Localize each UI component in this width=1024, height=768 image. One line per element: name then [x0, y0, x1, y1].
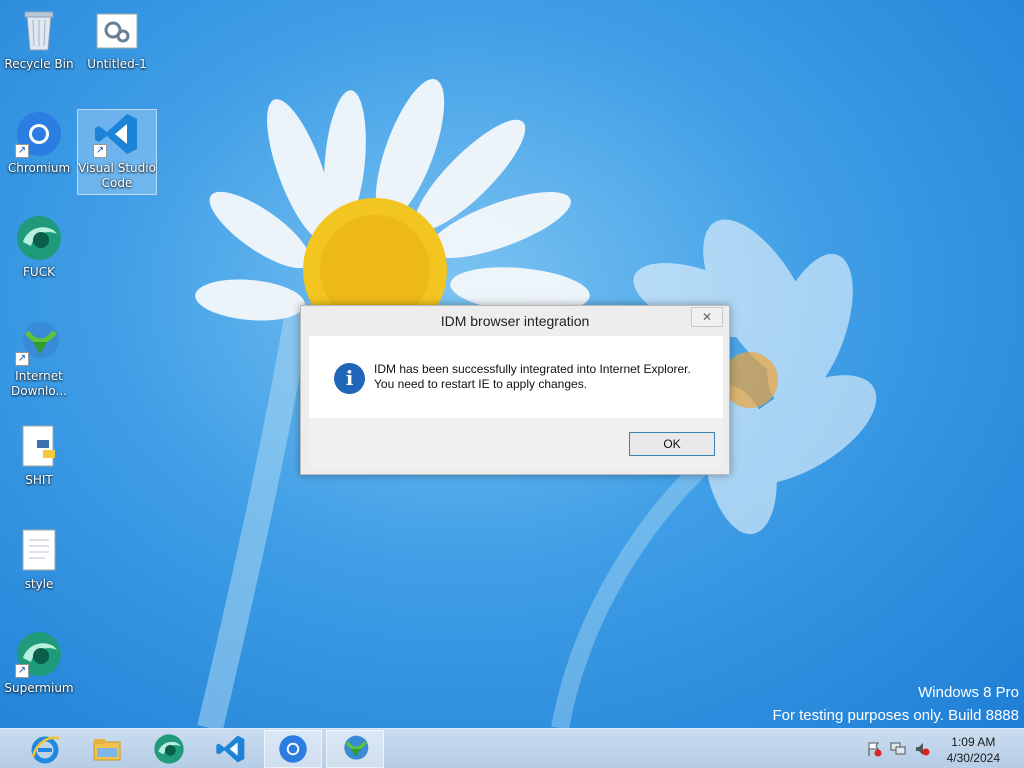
dialog-footer: OK: [309, 418, 723, 468]
action-center-flag-icon[interactable]: [866, 741, 882, 757]
shortcut-arrow-icon: ↗: [93, 144, 107, 158]
desktop-icon-label: style: [24, 577, 54, 591]
supermium-icon: [15, 214, 63, 262]
dialog-title: IDM browser integration: [440, 313, 590, 329]
supermium-icon: [154, 734, 184, 764]
desktop-icon-supermium[interactable]: ↗ Supermium: [0, 630, 78, 696]
vscode-icon: ↗: [93, 110, 141, 158]
chromium-icon: [279, 735, 307, 763]
dialog-body: i IDM has been successfully integrated i…: [309, 336, 723, 418]
taskbar-internet-explorer[interactable]: [16, 730, 74, 768]
ok-button[interactable]: OK: [629, 432, 715, 456]
idm-icon: ↗: [15, 318, 63, 366]
desktop-icon-recycle-bin[interactable]: Recycle Bin: [0, 6, 78, 72]
taskbar-clock[interactable]: 1:09 AM 4/30/2024: [947, 734, 1000, 766]
desktop-icon-label: Chromium: [7, 161, 71, 175]
desktop-icon-idm[interactable]: ↗ Internet Downlo...: [0, 318, 78, 399]
desktop-icon-label: Supermium: [4, 681, 74, 695]
document-gear-icon: [93, 6, 141, 54]
desktop-icon-style[interactable]: style: [0, 526, 78, 592]
dialog-close-button[interactable]: ✕: [691, 307, 723, 327]
python-file-icon: [15, 422, 63, 470]
desktop-icon-label: Internet Downlo...: [11, 369, 67, 398]
desktop-icon-label: Untitled-1: [87, 57, 147, 71]
taskbar-file-explorer[interactable]: [78, 730, 136, 768]
build-watermark: For testing purposes only. Build 8888: [772, 707, 1019, 724]
shortcut-arrow-icon: ↗: [15, 352, 29, 366]
desktop-icon-vscode[interactable]: ↗ Visual Studio Code: [77, 109, 157, 195]
desktop: Recycle Bin Untitled-1 ↗ Chromium ↗ Visu…: [0, 0, 1024, 728]
taskbar-supermium[interactable]: [140, 730, 198, 768]
supermium-icon: ↗: [15, 630, 63, 678]
desktop-icon-untitled[interactable]: Untitled-1: [78, 6, 156, 72]
recycle-bin-icon: [15, 6, 63, 54]
clock-date: 4/30/2024: [946, 751, 1000, 765]
file-explorer-icon: [93, 739, 121, 761]
desktop-icon-label: Recycle Bin: [4, 57, 74, 71]
vscode-icon: [216, 735, 245, 763]
dialog-message: IDM has been successfully integrated int…: [374, 362, 691, 392]
dialog-message-line: IDM has been successfully integrated int…: [374, 362, 691, 376]
desktop-icon-label: Visual Studio Code: [78, 161, 156, 190]
shortcut-arrow-icon: ↗: [15, 144, 29, 158]
clock-time: 1:09 AM: [951, 735, 996, 749]
info-icon: i: [334, 363, 365, 394]
idm-icon: [344, 735, 369, 760]
volume-muted-icon[interactable]: [914, 741, 930, 757]
desktop-icon-fuck[interactable]: FUCK: [0, 214, 78, 280]
shortcut-arrow-icon: ↗: [15, 664, 29, 678]
taskbar-chromium[interactable]: [264, 730, 322, 768]
idm-integration-dialog: IDM browser integration ✕ i IDM has been…: [300, 305, 730, 475]
dialog-message-line: You need to restart IE to apply changes.: [374, 377, 588, 391]
desktop-icon-shit[interactable]: SHIT: [0, 422, 78, 488]
desktop-icon-chromium[interactable]: ↗ Chromium: [0, 110, 78, 176]
text-file-icon: [15, 526, 63, 574]
taskbar: 1:09 AM 4/30/2024: [0, 728, 1024, 768]
chromium-icon: ↗: [15, 110, 63, 158]
taskbar-vscode[interactable]: [202, 730, 260, 768]
internet-explorer-icon: [31, 736, 60, 764]
network-icon[interactable]: [890, 741, 906, 757]
windows-edition-watermark: Windows 8 Pro: [918, 684, 1019, 701]
desktop-icon-label: SHIT: [25, 473, 53, 487]
taskbar-idm[interactable]: [326, 730, 384, 768]
desktop-icon-label: FUCK: [23, 265, 55, 279]
